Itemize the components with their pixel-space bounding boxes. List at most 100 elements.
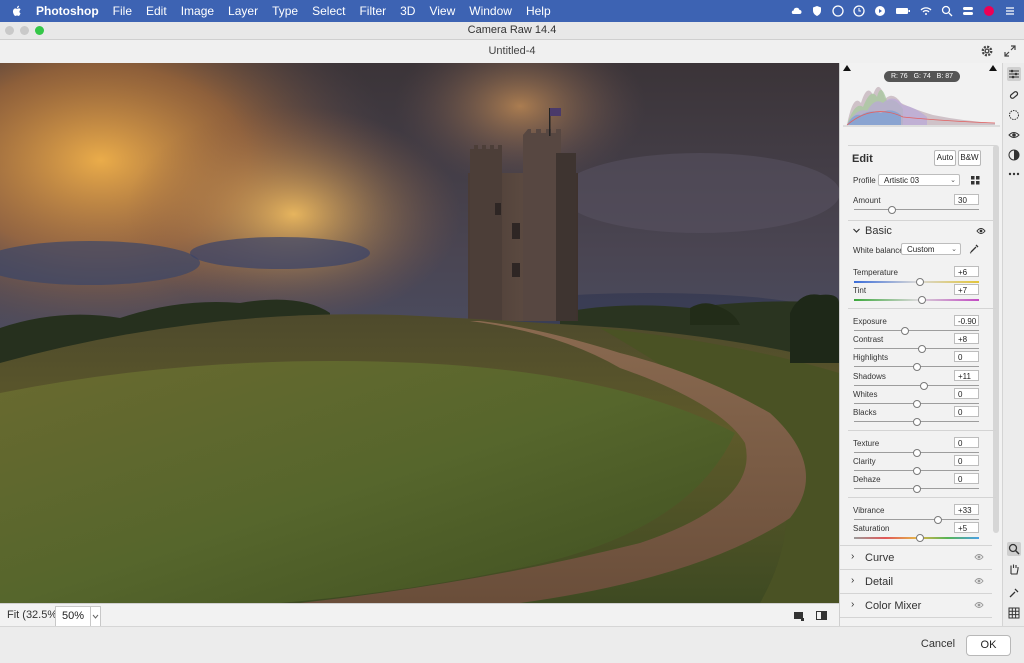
menu-type[interactable]: Type	[265, 4, 305, 18]
menu-help[interactable]: Help	[519, 4, 558, 18]
chevron-down-icon[interactable]	[852, 226, 861, 235]
more-icon[interactable]	[1007, 167, 1021, 181]
menu-select[interactable]: Select	[305, 4, 352, 18]
texture-slider-thumb[interactable]	[912, 449, 921, 457]
gear-icon[interactable]	[980, 44, 994, 58]
menu-view[interactable]: View	[422, 4, 462, 18]
dehaze-slider-thumb[interactable]	[912, 485, 921, 493]
minimize-button[interactable]	[20, 26, 29, 35]
edit-sliders-icon[interactable]	[1007, 67, 1021, 81]
amount-slider-track[interactable]	[854, 209, 979, 210]
healing-icon[interactable]	[1007, 88, 1021, 102]
zoom-button[interactable]	[35, 26, 44, 35]
search-icon[interactable]	[941, 5, 953, 17]
battery-icon[interactable]	[895, 5, 911, 17]
tint-slider-track[interactable]	[854, 299, 979, 301]
shield-icon[interactable]	[811, 5, 823, 17]
tint-slider-thumb[interactable]	[917, 296, 926, 304]
amount-value[interactable]: 30	[954, 194, 979, 205]
presets-icon[interactable]	[1007, 148, 1021, 162]
menu-layer[interactable]: Layer	[221, 4, 265, 18]
exposure-slider-track[interactable]	[854, 330, 979, 331]
clarity-value[interactable]: 0	[954, 455, 979, 466]
section-curve[interactable]: › Curve	[840, 545, 992, 568]
eyedropper-icon[interactable]	[969, 243, 980, 254]
zoom-dropdown[interactable]	[90, 606, 101, 627]
hand-tool-icon[interactable]	[1007, 562, 1021, 576]
clarity-slider-thumb[interactable]	[912, 467, 921, 475]
before-after-split-icon[interactable]	[815, 609, 828, 622]
vibrance-slider-track[interactable]	[854, 519, 979, 520]
section-detail[interactable]: › Detail	[840, 569, 992, 592]
bw-button[interactable]: B&W	[958, 150, 981, 166]
expand-icon[interactable]	[1003, 44, 1017, 58]
red-eye-icon[interactable]	[1007, 128, 1021, 142]
clock-icon[interactable]	[853, 5, 865, 17]
eye-icon[interactable]	[976, 227, 986, 235]
highlights-value[interactable]: 0	[954, 351, 979, 362]
amount-slider-thumb[interactable]	[887, 206, 896, 214]
eye-icon[interactable]	[974, 601, 984, 609]
section-color-mixer[interactable]: › Color Mixer	[840, 593, 992, 616]
notification-icon[interactable]	[1004, 5, 1016, 17]
contrast-slider-thumb[interactable]	[917, 345, 926, 353]
chevron-right-icon: ›	[851, 575, 855, 586]
menu-photoshop[interactable]: Photoshop	[32, 4, 106, 18]
menu-image[interactable]: Image	[174, 4, 221, 18]
exposure-value[interactable]: -0.90	[954, 315, 979, 326]
ok-button[interactable]: OK	[966, 635, 1011, 656]
profile-select[interactable]: Artistic 03 ⌄	[878, 174, 960, 186]
before-after-single-icon[interactable]	[792, 609, 805, 622]
close-button[interactable]	[5, 26, 14, 35]
document-title: Untitled-4	[488, 45, 536, 57]
basic-section-title[interactable]: Basic	[865, 225, 892, 237]
cancel-button[interactable]: Cancel	[916, 635, 960, 654]
menu-3d[interactable]: 3D	[393, 4, 422, 18]
color-sampler-icon[interactable]	[1007, 586, 1021, 600]
eye-icon[interactable]	[974, 553, 984, 561]
siri-icon[interactable]	[983, 5, 995, 17]
menu-window[interactable]: Window	[462, 4, 519, 18]
exposure-slider-thumb[interactable]	[901, 327, 910, 335]
auto-button[interactable]: Auto	[934, 150, 956, 166]
whites-value[interactable]: 0	[954, 388, 979, 399]
menu-file[interactable]: File	[106, 4, 139, 18]
zoom-tool-icon[interactable]	[1007, 542, 1021, 556]
temperature-slider-thumb[interactable]	[916, 278, 925, 286]
panel-scrollbar[interactable]	[993, 145, 999, 533]
apple-icon[interactable]	[10, 4, 24, 18]
contrast-value[interactable]: +8	[954, 333, 979, 344]
texture-value[interactable]: 0	[954, 437, 979, 448]
dehaze-value[interactable]: 0	[954, 473, 979, 484]
zoom-level-field[interactable]: 50%	[55, 606, 91, 627]
wifi-icon[interactable]	[920, 5, 932, 17]
menu-edit[interactable]: Edit	[139, 4, 174, 18]
saturation-value[interactable]: +5	[954, 522, 979, 533]
contrast-slider-track[interactable]	[854, 348, 979, 349]
section-next-partial[interactable]	[840, 617, 992, 626]
vibrance-slider-thumb[interactable]	[933, 516, 942, 524]
profile-browser-icon[interactable]	[970, 175, 981, 186]
blacks-slider-thumb[interactable]	[912, 418, 921, 426]
image-preview[interactable]	[0, 63, 839, 603]
temperature-value[interactable]: +6	[954, 266, 979, 277]
blacks-value[interactable]: 0	[954, 406, 979, 417]
menu-filter[interactable]: Filter	[352, 4, 393, 18]
tint-value[interactable]: +7	[954, 284, 979, 295]
play-icon[interactable]	[874, 5, 886, 17]
shadows-slider-thumb[interactable]	[920, 382, 928, 390]
masking-icon[interactable]	[1007, 108, 1021, 122]
shadows-slider-track[interactable]	[854, 385, 979, 386]
saturation-slider-thumb[interactable]	[916, 534, 925, 542]
eye-icon[interactable]	[974, 577, 984, 585]
white-balance-select[interactable]: Custom ⌄	[901, 243, 961, 255]
grid-overlay-icon[interactable]	[1007, 606, 1021, 620]
vibrance-value[interactable]: +33	[954, 504, 979, 515]
shadows-value[interactable]: +11	[954, 370, 979, 381]
fit-zoom-label[interactable]: Fit (32.5%)	[7, 609, 61, 621]
cloud-icon[interactable]	[790, 5, 802, 17]
highlights-slider-thumb[interactable]	[912, 363, 921, 371]
cc-icon[interactable]	[832, 5, 844, 17]
whites-slider-thumb[interactable]	[912, 400, 921, 408]
control-center-icon[interactable]	[962, 5, 974, 17]
